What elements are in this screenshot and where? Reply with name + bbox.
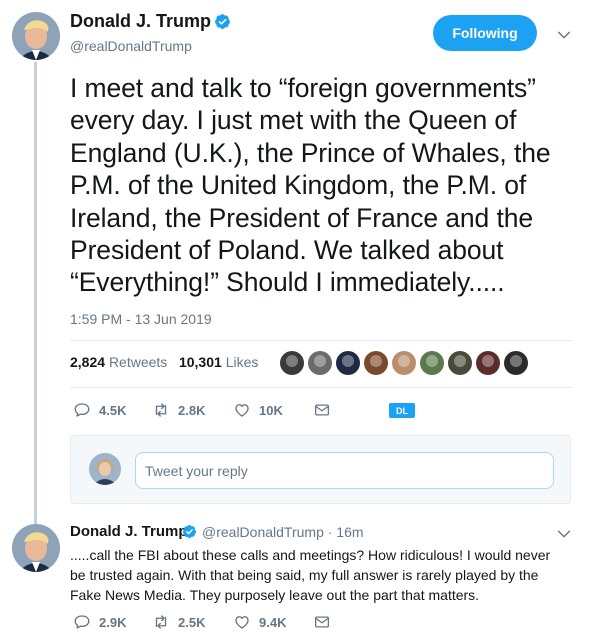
retweet-action[interactable]: 2.5K (152, 613, 205, 631)
direct-message-action[interactable] (313, 613, 339, 631)
liker-avatars (280, 351, 532, 375)
verified-badge-icon (215, 14, 230, 29)
reply-handle-time[interactable]: @realDonaldTrump · 16m (202, 524, 364, 540)
reply-author-avatar[interactable] (12, 524, 60, 572)
liker-avatar[interactable] (280, 351, 304, 375)
message-icon (314, 404, 330, 416)
current-user-avatar[interactable] (89, 453, 121, 485)
retweet-count: 2.8K (178, 402, 206, 418)
liker-avatar[interactable] (336, 351, 360, 375)
author-handle[interactable]: @realDonaldTrump (70, 38, 192, 54)
like-heart-icon (235, 404, 249, 417)
message-icon (314, 616, 330, 628)
reply-count: 4.5K (99, 402, 127, 418)
liker-avatar[interactable] (392, 351, 416, 375)
liker-avatar[interactable] (476, 351, 500, 375)
liker-avatar[interactable] (308, 351, 332, 375)
reply-composer (70, 435, 571, 504)
like-stat[interactable]: 10,301 Likes (179, 354, 258, 370)
divider (70, 340, 573, 341)
reply-action[interactable]: 2.9K (73, 613, 126, 631)
liker-avatar[interactable] (420, 351, 444, 375)
like-count: 9.4K (259, 614, 287, 630)
like-action[interactable]: 10K (233, 401, 283, 419)
verified-badge-icon (182, 524, 197, 539)
reply-action[interactable]: 4.5K (73, 401, 126, 419)
direct-message-action[interactable] (313, 401, 339, 419)
author-name[interactable]: Donald J. Trump (70, 11, 211, 32)
engagement-stats: 2,824 Retweets 10,301 Likes (70, 354, 258, 370)
reply-icon (74, 403, 90, 417)
retweet-action[interactable]: 2.8K (152, 401, 205, 419)
liker-avatar[interactable] (504, 351, 528, 375)
retweet-icon (155, 615, 167, 629)
retweet-count: 2.5K (178, 614, 206, 630)
dl-badge-button[interactable]: DL (389, 403, 415, 418)
retweet-stat[interactable]: 2,824 Retweets (70, 354, 167, 370)
reply-icon (74, 615, 90, 629)
chevron-down-icon[interactable] (556, 27, 572, 43)
author-avatar[interactable] (12, 12, 60, 60)
tweet-reply-input[interactable] (135, 452, 554, 489)
tweet-text: I meet and talk to “foreign governments”… (70, 73, 551, 298)
reply-author-name[interactable]: Donald J. Trump (70, 523, 188, 540)
liker-avatar[interactable] (364, 351, 388, 375)
retweet-icon (155, 403, 167, 417)
following-button[interactable]: Following (433, 15, 537, 51)
reply-count: 2.9K (99, 614, 127, 630)
like-count: 10K (259, 402, 283, 418)
divider (70, 387, 573, 388)
like-action[interactable]: 9.4K (233, 613, 286, 631)
like-heart-icon (235, 616, 249, 629)
reply-tweet-text: .....call the FBI about these calls and … (70, 547, 551, 603)
chevron-down-icon[interactable] (556, 526, 572, 542)
tweet-timestamp[interactable]: 1:59 PM - 13 Jun 2019 (70, 311, 212, 327)
thread-connector-line (34, 62, 37, 524)
liker-avatar[interactable] (448, 351, 472, 375)
